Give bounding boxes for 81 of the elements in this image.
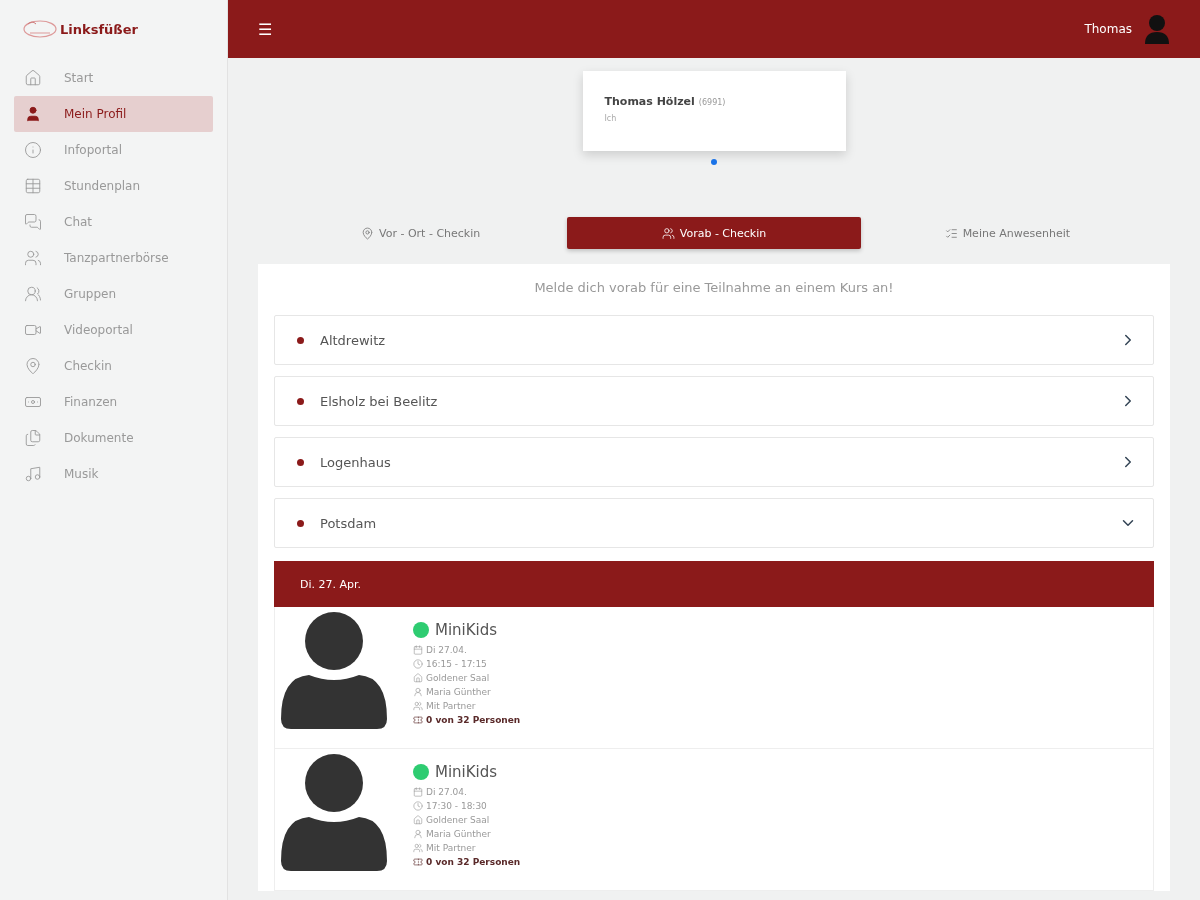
calendar-icon (413, 645, 423, 655)
course-detail: 0 von 32 Personen (426, 856, 521, 869)
course-title: MiniKids (435, 763, 498, 781)
group-icon (24, 285, 42, 303)
location-name: Logenhaus (320, 454, 392, 470)
avatar-icon (279, 753, 389, 873)
sidebar-item[interactable]: Start (14, 60, 213, 96)
sidebar-item[interactable]: Stundenplan (14, 168, 213, 204)
profile-card[interactable]: Thomas Hölzel (6991) Ich (582, 71, 846, 151)
course-detail: Mit Partner (426, 842, 476, 855)
tab[interactable]: Vor - Ort - Checkin (274, 217, 568, 249)
course-detail: Di 27.04. (426, 786, 467, 799)
home-icon (413, 815, 423, 825)
people-icon (661, 226, 675, 240)
pin-icon (361, 226, 375, 240)
profile-role: Ich (604, 114, 618, 123)
person-icon (413, 829, 423, 839)
sidebar-item[interactable]: Tanzpartnerbörse (14, 240, 213, 276)
tab[interactable]: Vorab - Checkin (567, 217, 861, 249)
people-icon (413, 701, 423, 711)
course-row[interactable]: MiniKids Di 27.04. 16:15 - 17:15 Goldener Saal Maria Günther Mit Partner 0 von 32 Personen (274, 607, 1154, 749)
location-item[interactable]: Altdrewitz (274, 315, 1154, 365)
bullet-icon (297, 458, 304, 466)
sidebar-item[interactable]: Infoportal (14, 132, 213, 168)
course-detail: 0 von 32 Personen (426, 714, 521, 727)
ticket-icon (413, 715, 423, 725)
sidebar-item[interactable]: Finanzen (14, 384, 213, 420)
course-detail: Mit Partner (426, 700, 476, 713)
sidebar-item[interactable]: Checkin (14, 348, 213, 384)
people-icon (413, 843, 423, 853)
grid-icon (24, 177, 42, 195)
course-detail: Maria Günther (426, 686, 491, 699)
location-item[interactable]: Potsdam (274, 498, 1154, 548)
profile-name: Thomas Hölzel (6991) (604, 95, 727, 108)
carousel-dot[interactable] (711, 159, 717, 165)
sidebar-item[interactable]: Gruppen (14, 276, 213, 312)
bullet-icon (297, 397, 304, 405)
info-icon (24, 141, 42, 159)
course-detail: Goldener Saal (426, 814, 490, 827)
course-detail: Di 27.04. (426, 644, 467, 657)
sidebar-item[interactable]: Mein Profil (14, 96, 213, 132)
sidebar-item[interactable]: Dokumente (14, 420, 213, 456)
course-detail: 16:15 - 17:15 (426, 658, 487, 671)
brand-name: Linksfüßer (60, 21, 138, 37)
logo-icon (22, 18, 58, 40)
sidebar-item[interactable]: Videoportal (14, 312, 213, 348)
location-name: Elsholz bei Beelitz (320, 393, 439, 409)
location-item[interactable]: Elsholz bei Beelitz (274, 376, 1154, 426)
music-icon (24, 465, 42, 483)
course-row[interactable]: MiniKids Di 27.04. 17:30 - 18:30 Goldener Saal Maria Günther Mit Partner 0 von 32 Personen (274, 749, 1154, 891)
intro-text: Melde dich vorab für eine Teilnahme an einem Kurs an! (533, 279, 895, 297)
course-detail: Goldener Saal (426, 672, 490, 685)
avatar-icon[interactable] (1144, 14, 1170, 44)
user-name: Thomas (1084, 22, 1132, 36)
pin-icon (24, 357, 42, 375)
clock-icon (413, 801, 423, 811)
location-name: Altdrewitz (320, 332, 387, 348)
day-header: Di. 27. Apr. (274, 561, 1154, 607)
chat-icon (24, 213, 42, 231)
home-icon (24, 69, 42, 87)
ticket-icon (413, 857, 423, 867)
course-detail: 17:30 - 18:30 (426, 800, 487, 813)
calendar-icon (413, 787, 423, 797)
bullet-icon (297, 519, 304, 527)
menu-button[interactable]: ☰ (258, 19, 272, 39)
tab[interactable]: Meine Anwesenheit (860, 217, 1154, 249)
location-name: Potsdam (320, 515, 378, 531)
documents-icon (24, 429, 42, 447)
checklist-icon (944, 226, 958, 240)
people-icon (24, 249, 42, 267)
location-item[interactable]: Logenhaus (274, 437, 1154, 487)
avatar-icon (279, 611, 389, 731)
person-icon (24, 105, 42, 123)
person-icon (413, 687, 423, 697)
clock-icon (413, 659, 423, 669)
course-title: MiniKids (435, 621, 498, 639)
sidebar-item[interactable]: Musik (14, 456, 213, 492)
sidebar-item[interactable]: Chat (14, 204, 213, 240)
home-icon (413, 673, 423, 683)
course-detail: Maria Günther (426, 828, 491, 841)
bullet-icon (297, 336, 304, 344)
